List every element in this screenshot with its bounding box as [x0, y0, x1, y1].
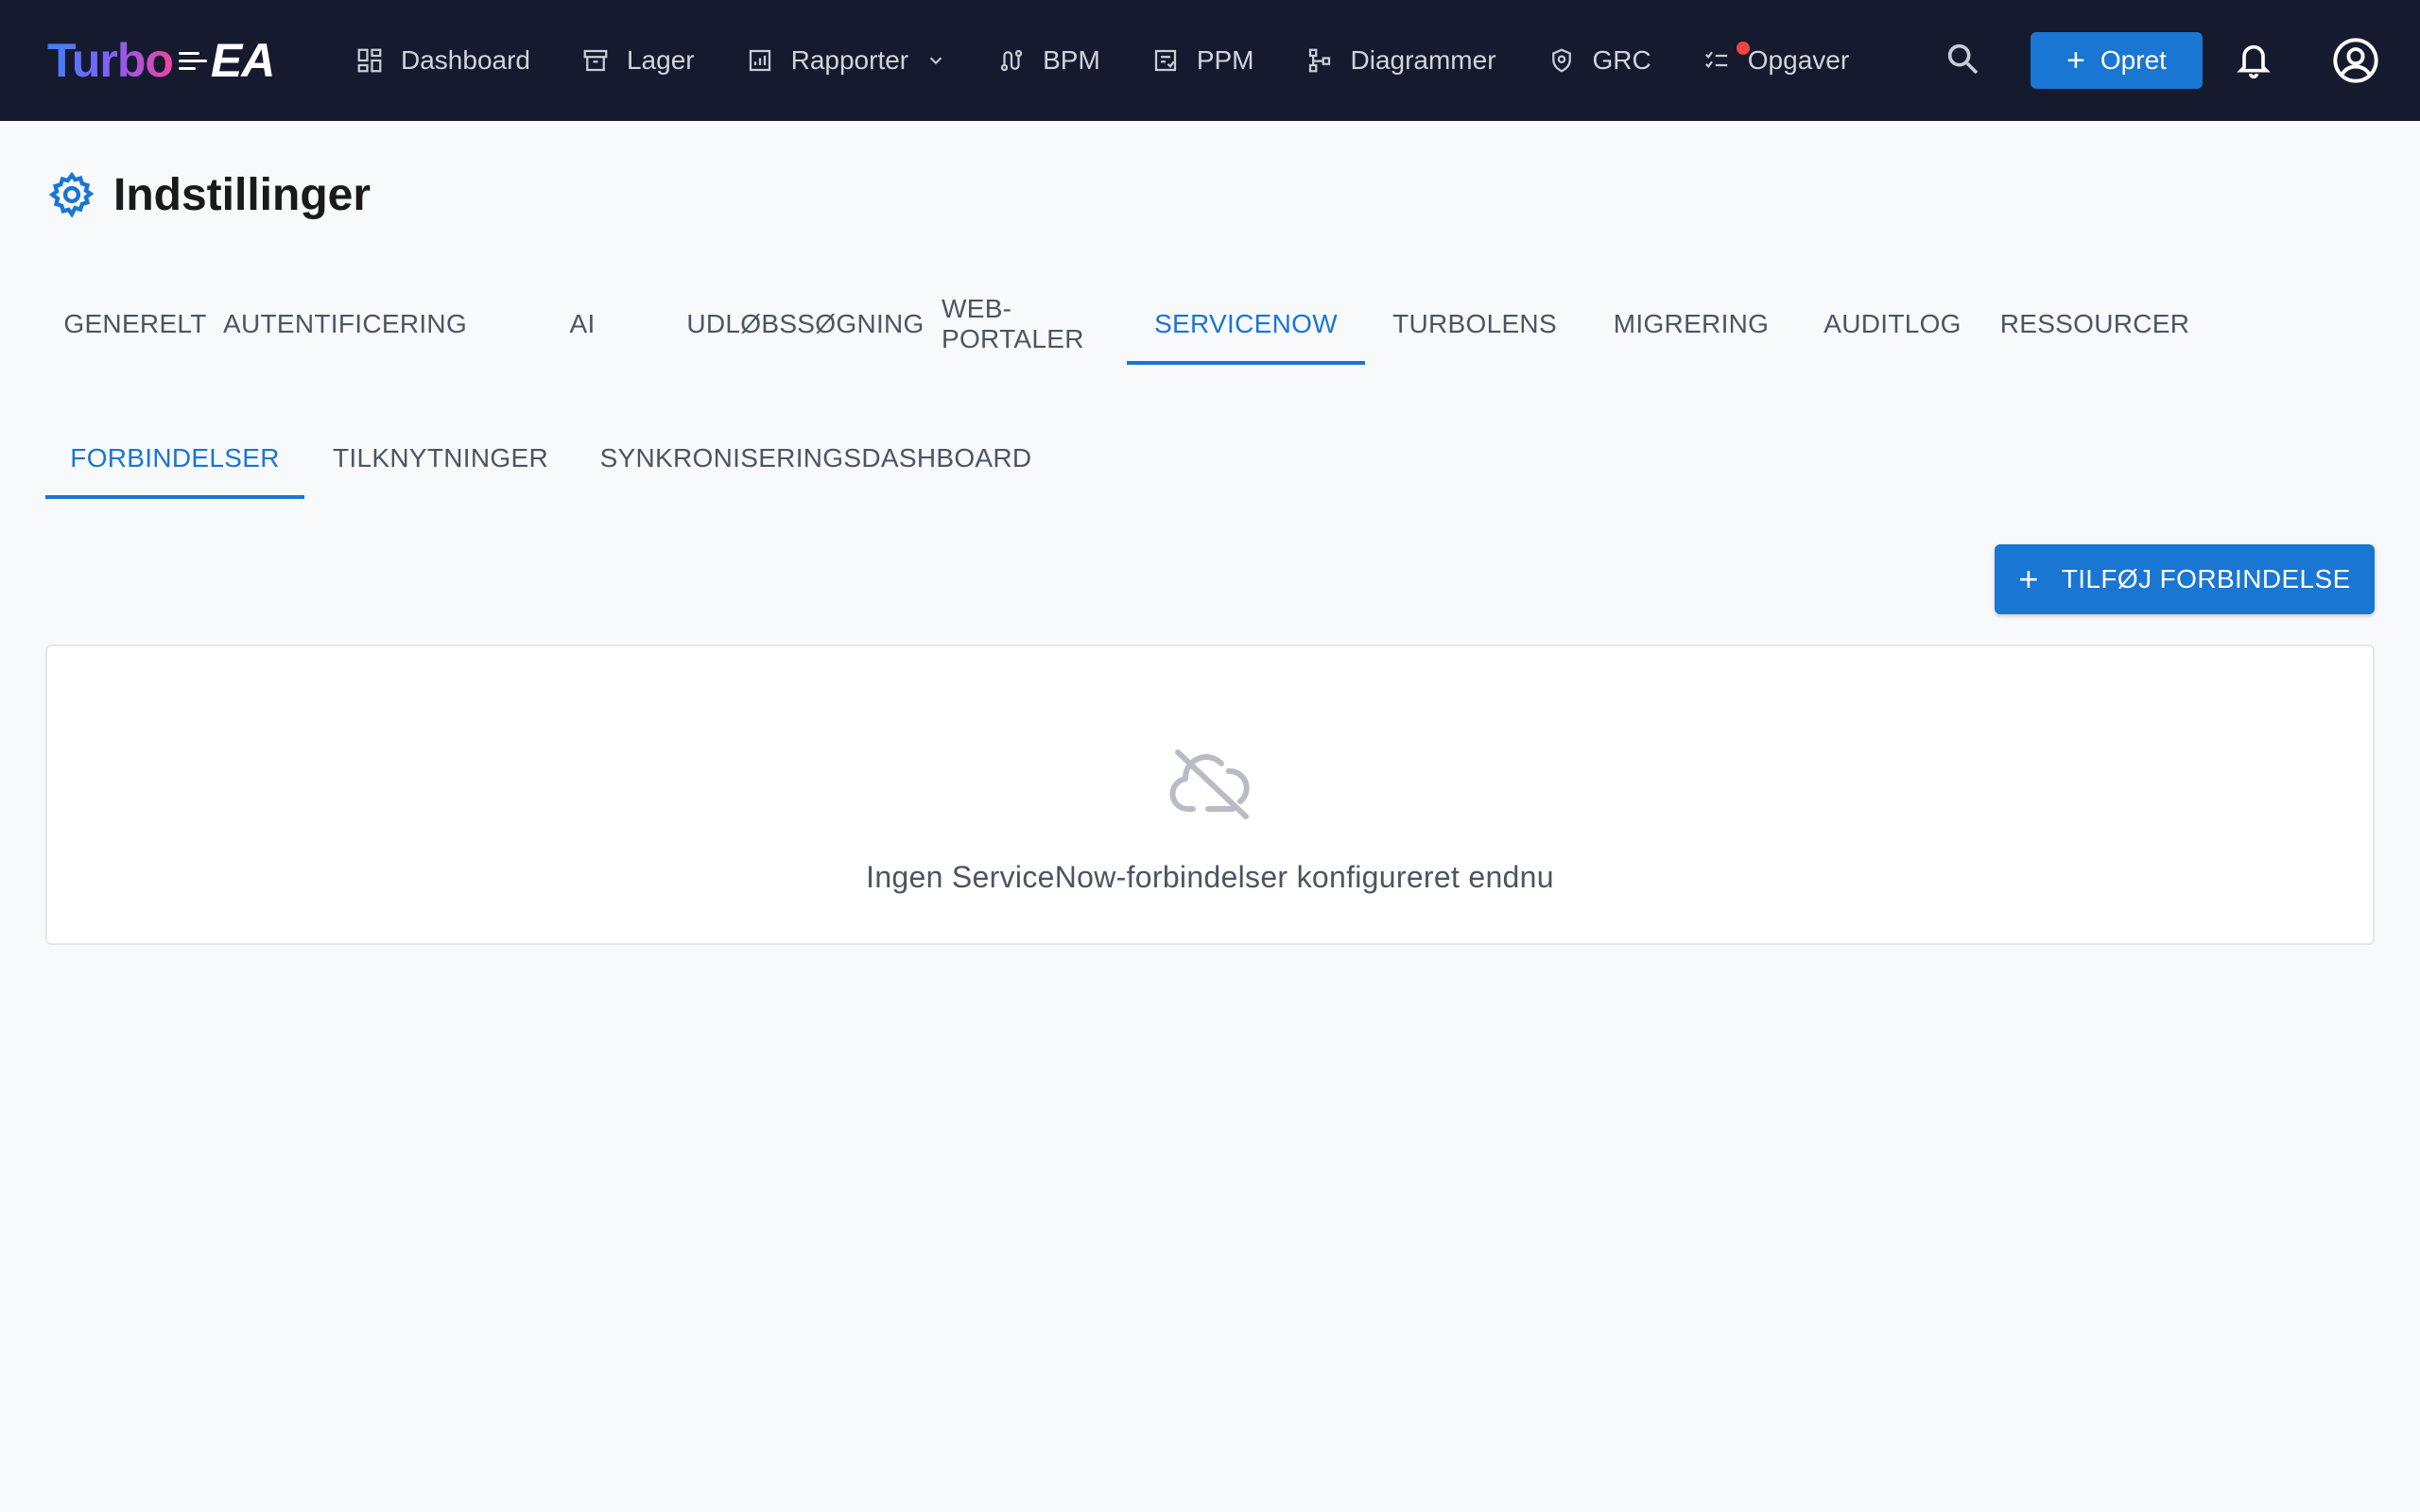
bell-icon[interactable]	[2235, 38, 2273, 81]
nav-label: Dashboard	[401, 45, 530, 75]
nav-label: GRC	[1592, 45, 1651, 75]
nav-item-ppm[interactable]: PPM	[1151, 32, 1254, 89]
nav-label: Rapporter	[790, 45, 909, 75]
nav-item-bpm[interactable]: BPM	[997, 32, 1100, 89]
nav-label: Lager	[626, 45, 695, 75]
settings-tabs: GENERELT AUTENTIFICERING AI UDLØBSSØGNIN…	[45, 284, 2203, 365]
cloud-off-icon	[1169, 749, 1250, 819]
logo-turbo-text: Turbo	[47, 34, 174, 87]
nav-item-dashboard[interactable]: Dashboard	[355, 32, 530, 89]
report-icon	[746, 46, 774, 75]
tab-tilknytninger[interactable]: TILKNYTNINGER	[304, 418, 577, 499]
nav-item-rapporter[interactable]: Rapporter	[746, 32, 947, 89]
tab-autentificering[interactable]: AUTENTIFICERING	[223, 284, 467, 365]
plus-icon: +	[2066, 43, 2085, 78]
main-nav: Dashboard Lager Rapporter BPM PPM Diagra…	[355, 0, 1900, 121]
chevron-down-icon	[925, 50, 946, 71]
add-connection-button[interactable]: + TILFØJ FORBINDELSE	[1995, 544, 2375, 614]
project-icon	[1151, 46, 1180, 75]
search-icon[interactable]	[1944, 40, 1981, 77]
nav-label: Opgaver	[1747, 45, 1850, 75]
tab-forbindelser[interactable]: FORBINDELSER	[45, 418, 304, 499]
tab-udlobssogning[interactable]: UDLØBSSØGNING	[686, 284, 924, 365]
process-icon	[997, 46, 1026, 75]
tab-generelt[interactable]: GENERELT	[45, 284, 225, 365]
create-button-label: Opret	[2100, 45, 2167, 75]
nav-label: BPM	[1043, 45, 1100, 75]
tab-servicenow[interactable]: SERVICENOW	[1127, 284, 1365, 365]
nav-item-grc[interactable]: GRC	[1547, 32, 1651, 89]
tab-ressourcer[interactable]: RESSOURCER	[1987, 284, 2203, 365]
gear-icon	[48, 171, 95, 218]
empty-state-message: Ingen ServiceNow-forbindelser konfigurer…	[866, 860, 1554, 894]
connections-empty-state: Ingen ServiceNow-forbindelser konfigurer…	[45, 644, 2375, 945]
tasks-icon	[1703, 46, 1731, 75]
tab-ai[interactable]: AI	[465, 284, 700, 365]
tab-migrering[interactable]: MIGRERING	[1584, 284, 1798, 365]
tab-turbolens[interactable]: TURBOLENS	[1365, 284, 1584, 365]
logo-ea-text: EA	[210, 34, 275, 87]
plus-icon: +	[2018, 559, 2039, 598]
page-title: Indstillinger	[113, 169, 372, 220]
nav-item-lager[interactable]: Lager	[581, 32, 695, 89]
notification-dot	[1736, 42, 1750, 55]
diagram-icon	[1305, 46, 1334, 75]
add-connection-label: TILFØJ FORBINDELSE	[2061, 564, 2351, 593]
nav-label: Diagrammer	[1350, 45, 1496, 75]
servicenow-subtabs: FORBINDELSER TILKNYTNINGER SYNKRONISERIN…	[45, 418, 1055, 499]
account-icon[interactable]	[2331, 36, 2380, 85]
tab-web-portaler[interactable]: WEB-PORTALER	[911, 284, 1127, 365]
dashboard-icon	[355, 46, 384, 75]
tab-synkroniseringsdashboard[interactable]: SYNKRONISERINGSDASHBOARD	[577, 418, 1055, 499]
turboea-logo[interactable]: Turbo EA	[47, 34, 275, 87]
nav-item-opgaver[interactable]: Opgaver	[1703, 32, 1849, 89]
shield-icon	[1547, 46, 1576, 75]
nav-item-diagrammer[interactable]: Diagrammer	[1305, 32, 1496, 89]
archive-icon	[581, 46, 610, 75]
top-navbar: Turbo EA Dashboard Lager Rapporter BPM P…	[0, 0, 2420, 121]
logo-speed-lines-icon	[178, 46, 207, 75]
create-button[interactable]: + Opret	[2031, 32, 2203, 89]
nav-label: PPM	[1196, 45, 1254, 75]
tab-auditlog[interactable]: AUDITLOG	[1798, 284, 1987, 365]
page-header: Indstillinger	[47, 166, 371, 223]
